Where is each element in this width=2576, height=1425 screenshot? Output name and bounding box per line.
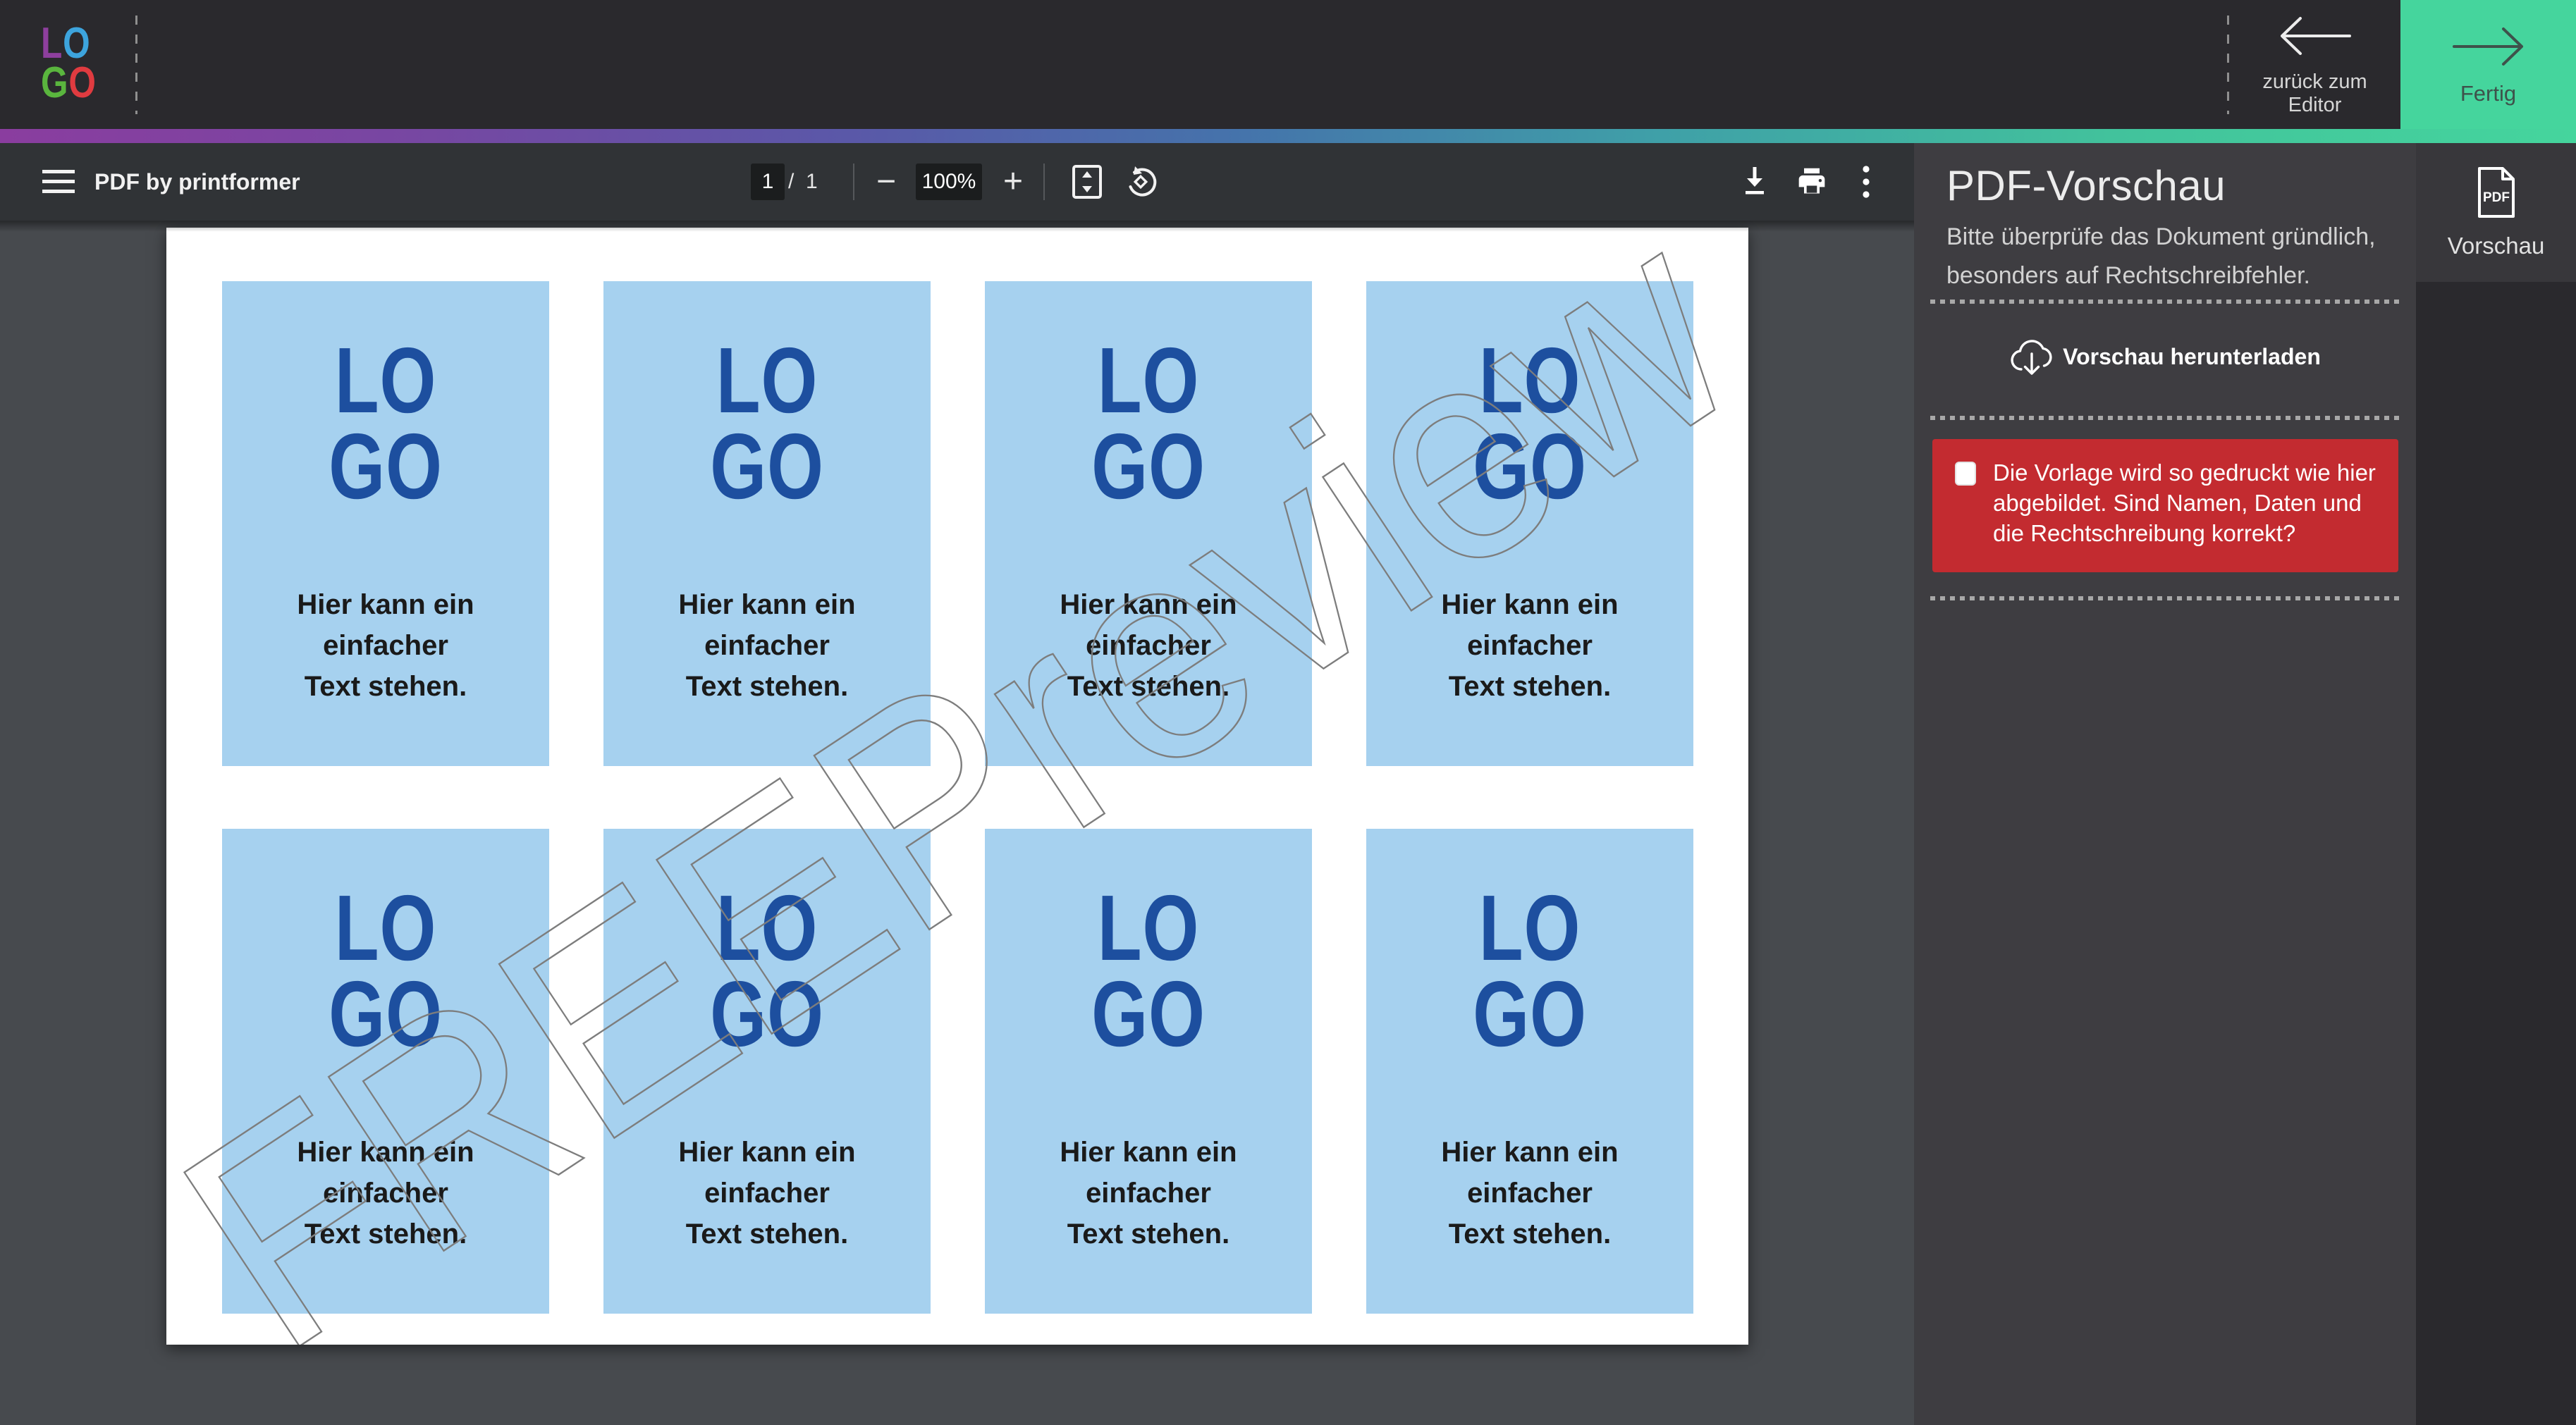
download-preview-label: Vorschau herunterladen	[2063, 344, 2321, 370]
top-header-bar: LO GO zurück zum Editor Fertig	[0, 0, 2576, 129]
download-icon	[1738, 167, 1771, 197]
dotted-divider	[1930, 416, 2400, 420]
dotted-divider	[1930, 300, 2400, 304]
fertig-label: Fertig	[2460, 81, 2516, 106]
right-tab-rail: PDF Vorschau	[2416, 143, 2576, 1425]
menu-hamburger-button[interactable]	[34, 143, 83, 221]
confirmation-checkbox[interactable]	[1955, 462, 1976, 486]
header-dashed-divider-left	[135, 16, 137, 114]
kebab-menu-icon	[1863, 166, 1870, 198]
pdf-file-icon: PDF	[2476, 166, 2517, 218]
arrow-left-icon	[2276, 13, 2354, 59]
page-count-label: / 1	[788, 143, 818, 221]
fertig-button[interactable]: Fertig	[2400, 0, 2576, 129]
minus-icon: −	[876, 165, 896, 199]
confirmation-warning-box: Die Vorlage wird so gedruckt wie hier ab…	[1932, 439, 2398, 572]
fit-to-page-icon	[1072, 165, 1102, 199]
pdf-page: LO GO Hier kann ein einfacher Text stehe…	[166, 228, 1748, 1345]
pdf-icon-label: PDF	[2483, 190, 2510, 205]
hamburger-icon	[42, 170, 75, 194]
toolbar-shadow	[0, 221, 1914, 232]
cloud-download-icon	[2009, 338, 2054, 375]
plus-icon: +	[1003, 165, 1023, 199]
brand-logo-row-1: LO	[41, 24, 114, 63]
dotted-divider	[1930, 596, 2400, 600]
more-options-button[interactable]	[1841, 143, 1891, 221]
watermark-text: FREEPreview	[166, 228, 1748, 1345]
sidebar-title: PDF-Vorschau	[1946, 161, 2226, 210]
toolbar-divider	[853, 164, 854, 200]
printformer-pdf-preview-app: LO GO zurück zum Editor Fertig PDF by pr…	[0, 0, 2576, 1425]
rotate-icon	[1124, 165, 1158, 199]
print-button[interactable]	[1787, 143, 1836, 221]
toolbar-divider	[1043, 164, 1045, 200]
fit-to-page-button[interactable]	[1066, 143, 1108, 221]
print-icon	[1796, 166, 1828, 197]
watermark-overlay: FREEPreview	[166, 228, 1748, 1345]
zoom-out-button[interactable]: −	[866, 143, 907, 221]
zoom-level-display: 100%	[916, 164, 982, 200]
tab-vorschau-label: Vorschau	[2448, 233, 2545, 259]
toolbar-title: PDF by printformer	[94, 143, 300, 221]
accent-gradient-bar	[0, 129, 2576, 143]
rotate-button[interactable]	[1120, 143, 1162, 221]
brand-logo-row-2: GO	[41, 63, 114, 103]
back-to-editor-button[interactable]: zurück zum Editor	[2229, 0, 2400, 129]
brand-logo-letter: O	[68, 58, 96, 107]
arrow-right-icon	[2450, 23, 2527, 70]
page-number-input[interactable]: 1	[751, 164, 785, 200]
zoom-in-button[interactable]: +	[993, 143, 1034, 221]
download-preview-button[interactable]: Vorschau herunterladen	[1914, 325, 2416, 388]
pdf-toolbar: PDF by printformer 1 / 1 − 100% +	[0, 143, 1914, 221]
download-button[interactable]	[1730, 143, 1779, 221]
back-to-editor-label: zurück zum Editor	[2233, 70, 2396, 117]
preview-sidebar: PDF-Vorschau Bitte überprüfe das Dokumen…	[1914, 143, 2416, 1425]
warning-text: Die Vorlage wird so gedruckt wie hier ab…	[1993, 457, 2381, 548]
tab-vorschau[interactable]: PDF Vorschau	[2416, 143, 2576, 282]
pdf-viewer-canvas[interactable]: LO GO Hier kann ein einfacher Text stehe…	[0, 221, 1914, 1425]
brand-logo: LO GO	[41, 24, 114, 103]
sidebar-subtitle: Bitte überprüfe das Dokument gründlich, …	[1946, 218, 2406, 295]
brand-logo-letter: G	[41, 58, 68, 107]
